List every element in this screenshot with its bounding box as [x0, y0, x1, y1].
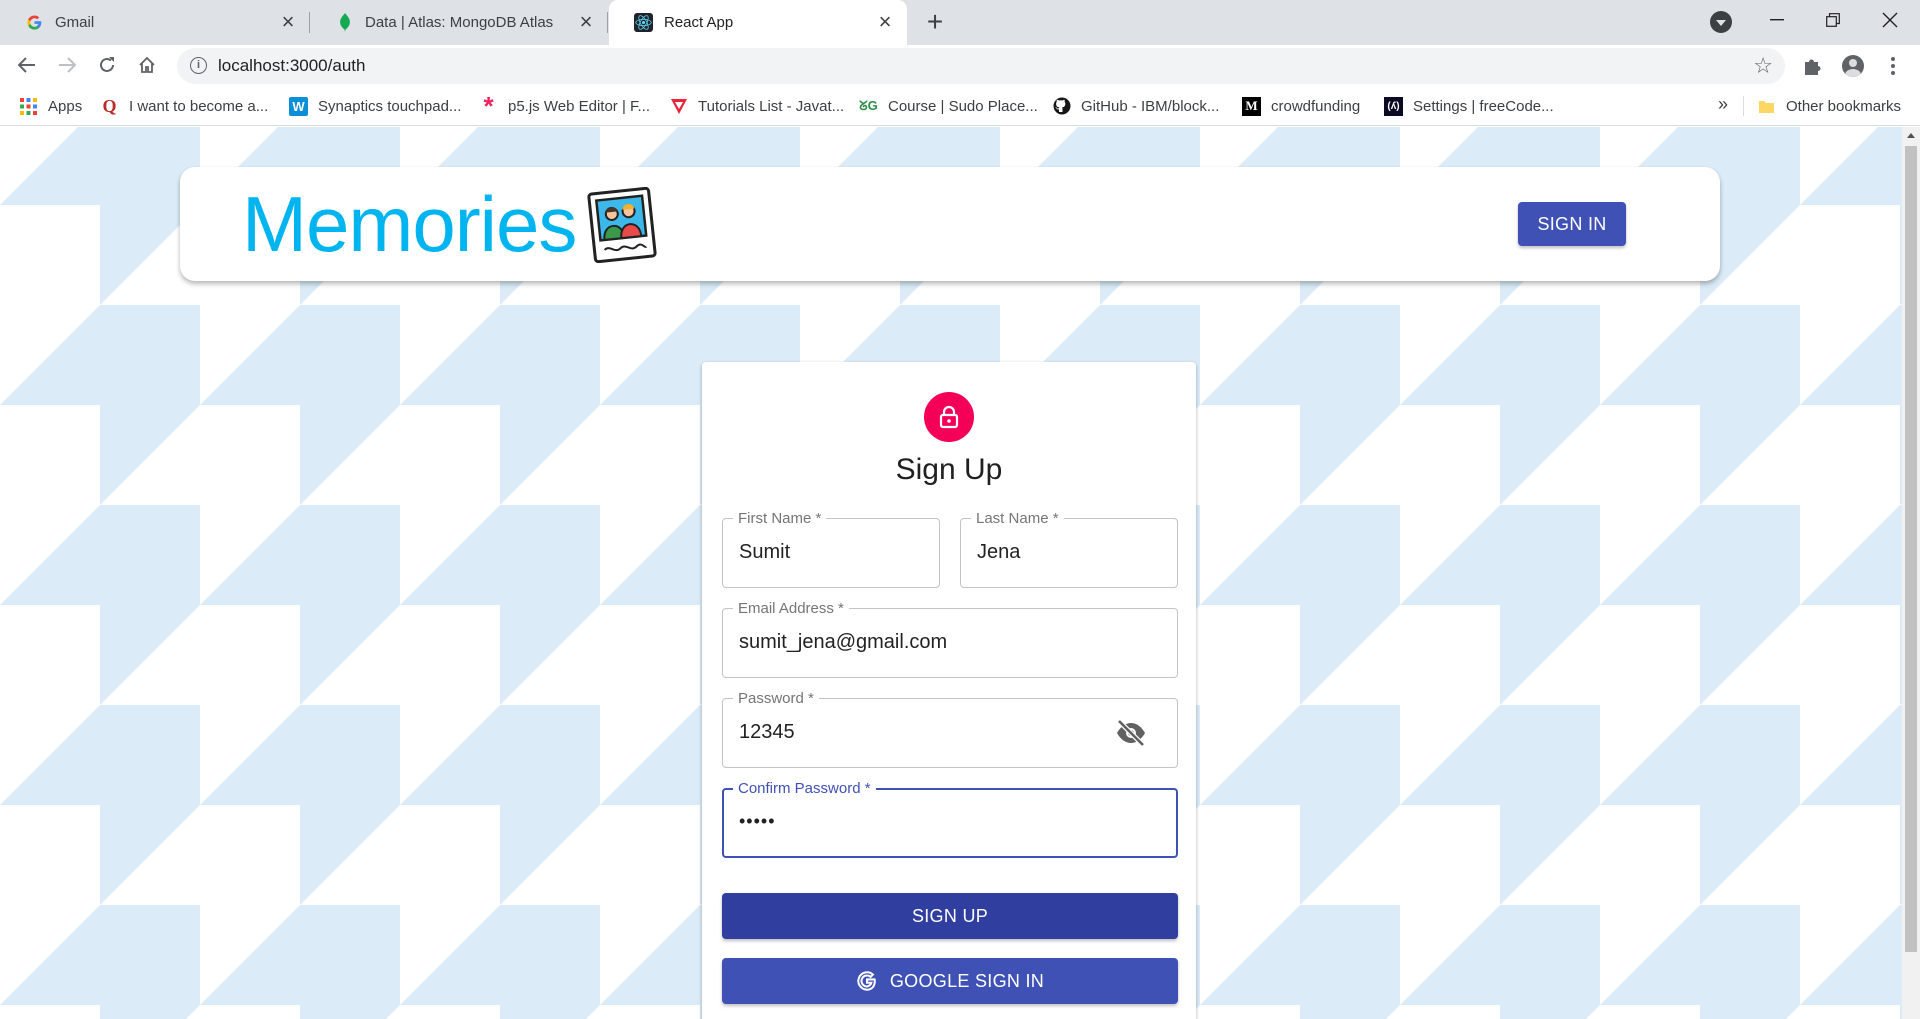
apps-grid-icon	[19, 97, 38, 116]
bookmark-label: Course | Sudo Place...	[888, 97, 1038, 115]
bookmark-label: GitHub - IBM/block...	[1081, 97, 1220, 115]
bookmark-p5js[interactable]: * p5.js Web Editor | F...	[479, 90, 651, 121]
tab-gmail[interactable]: Gmail ×	[0, 0, 310, 45]
browser-toolbar: i localhost:3000/auth ☆	[0, 45, 1920, 86]
bookmarks-bar: Apps Q I want to become a... W Synaptics…	[0, 86, 1920, 126]
page-viewport: Memories SIGN IN Sign Up First Name * Su…	[0, 127, 1902, 1019]
email-field[interactable]: Email Address *	[722, 600, 1178, 678]
medium-icon: M	[1242, 96, 1261, 116]
close-window-icon[interactable]	[1860, 0, 1920, 40]
confirm-password-input[interactable]: •••••	[739, 811, 1101, 832]
password-label: Password *	[733, 690, 819, 707]
home-icon[interactable]	[132, 50, 162, 80]
visibility-off-icon[interactable]	[1115, 719, 1147, 747]
github-icon	[1052, 97, 1071, 116]
tab-title: React App	[664, 14, 734, 31]
first-name-label: First Name *	[733, 510, 827, 527]
javatpoint-icon	[669, 97, 688, 116]
google-sign-in-button[interactable]: GOOGLE SIGN IN	[722, 958, 1178, 1004]
bookmarks-overflow-icon[interactable]: »	[1718, 94, 1728, 115]
last-name-field[interactable]: Last Name *	[960, 510, 1178, 588]
password-field[interactable]: Password *	[722, 690, 1178, 768]
sign-up-heading: Sign Up	[895, 453, 1003, 486]
bookmark-synaptics[interactable]: W Synaptics touchpad...	[289, 95, 461, 117]
close-tab-icon[interactable]: ×	[875, 11, 895, 33]
extensions-puzzle-icon[interactable]	[1797, 51, 1827, 81]
info-icon[interactable]: i	[190, 57, 207, 74]
folder-icon	[1757, 97, 1776, 116]
app-bar: Memories SIGN IN	[180, 167, 1720, 281]
first-name-field[interactable]: First Name *	[722, 510, 940, 588]
bookmark-label: crowdfunding	[1271, 97, 1361, 115]
google-g-icon	[856, 970, 878, 992]
vertical-scrollbar[interactable]	[1902, 127, 1920, 1019]
other-bookmarks[interactable]: Other bookmarks	[1757, 95, 1901, 117]
scroll-up-arrow-icon[interactable]	[1907, 133, 1915, 138]
gfg-icon: ᘜG	[859, 98, 878, 113]
bookmark-label: Settings | freeCode...	[1413, 97, 1554, 115]
bookmark-label: Synaptics touchpad...	[318, 97, 462, 115]
minimize-icon[interactable]	[1747, 0, 1807, 40]
url-text: localhost:3000/auth	[218, 56, 366, 75]
freecodecamp-icon: (ʎ)	[1384, 96, 1403, 116]
email-input[interactable]	[739, 631, 1103, 654]
sign-in-button[interactable]: SIGN IN	[1518, 202, 1626, 246]
scroll-thumb[interactable]	[1905, 146, 1917, 952]
mongodb-leaf-icon	[335, 13, 354, 32]
back-icon[interactable]	[12, 50, 42, 80]
tab-mongodb[interactable]: Data | Atlas: MongoDB Atlas ×	[310, 0, 608, 45]
google-icon	[25, 13, 44, 32]
address-bar[interactable]: i localhost:3000/auth ☆	[177, 48, 1785, 84]
lock-icon	[924, 392, 974, 442]
p5-asterisk-icon: *	[483, 90, 494, 121]
bookmark-gfg[interactable]: ᘜG Course | Sudo Place...	[859, 95, 1038, 117]
password-input[interactable]	[739, 721, 1103, 744]
brand-title[interactable]: Memories	[242, 179, 577, 270]
bookmarks-divider	[1743, 96, 1744, 116]
bookmark-star-icon[interactable]: ☆	[1753, 53, 1773, 79]
first-name-input[interactable]	[739, 541, 912, 564]
bookmark-crowdfunding[interactable]: M crowdfunding	[1242, 95, 1360, 117]
last-name-input[interactable]	[977, 541, 1150, 564]
w-icon: W	[289, 96, 308, 116]
bookmark-label: I want to become a...	[129, 97, 269, 115]
reload-icon[interactable]	[92, 50, 122, 80]
tab-search-icon[interactable]	[1710, 11, 1732, 33]
bookmark-quora[interactable]: Q I want to become a...	[100, 95, 268, 117]
email-label: Email Address *	[733, 600, 849, 617]
auth-card: Sign Up First Name * Last Name * Email A…	[702, 362, 1196, 1019]
bookmark-label: Tutorials List - Javat...	[698, 97, 845, 115]
confirm-password-label: Confirm Password *	[733, 780, 876, 797]
last-name-label: Last Name *	[971, 510, 1064, 527]
profile-avatar-icon[interactable]	[1838, 51, 1868, 81]
bookmark-label: Apps	[48, 97, 83, 115]
new-tab-button[interactable]: +	[920, 8, 950, 38]
tab-title: Data | Atlas: MongoDB Atlas	[365, 14, 554, 31]
close-tab-icon[interactable]: ×	[576, 11, 596, 33]
bookmark-freecodecamp[interactable]: (ʎ) Settings | freeCode...	[1384, 95, 1554, 117]
bookmark-github[interactable]: GitHub - IBM/block...	[1052, 95, 1219, 117]
sign-up-button[interactable]: SIGN UP	[722, 893, 1178, 939]
react-icon	[634, 13, 653, 32]
tab-strip: Gmail × Data | Atlas: MongoDB Atlas × Re…	[0, 0, 1920, 45]
forward-icon[interactable]	[52, 50, 82, 80]
restore-icon[interactable]	[1803, 0, 1863, 40]
confirm-password-field[interactable]: Confirm Password * •••••	[722, 780, 1178, 858]
other-bookmarks-label: Other bookmarks	[1786, 97, 1902, 115]
google-sign-in-label: GOOGLE SIGN IN	[889, 970, 1045, 991]
bookmark-label: p5.js Web Editor | F...	[508, 97, 651, 115]
kebab-menu-icon[interactable]	[1878, 51, 1908, 81]
tab-react-app[interactable]: React App ×	[609, 0, 907, 45]
quora-icon: Q	[102, 95, 117, 116]
close-tab-icon[interactable]: ×	[278, 11, 298, 33]
bookmark-javatpoint[interactable]: Tutorials List - Javat...	[669, 95, 844, 117]
tab-title: Gmail	[55, 14, 95, 31]
memories-photo-icon	[586, 186, 658, 264]
bookmark-apps[interactable]: Apps	[19, 95, 82, 117]
